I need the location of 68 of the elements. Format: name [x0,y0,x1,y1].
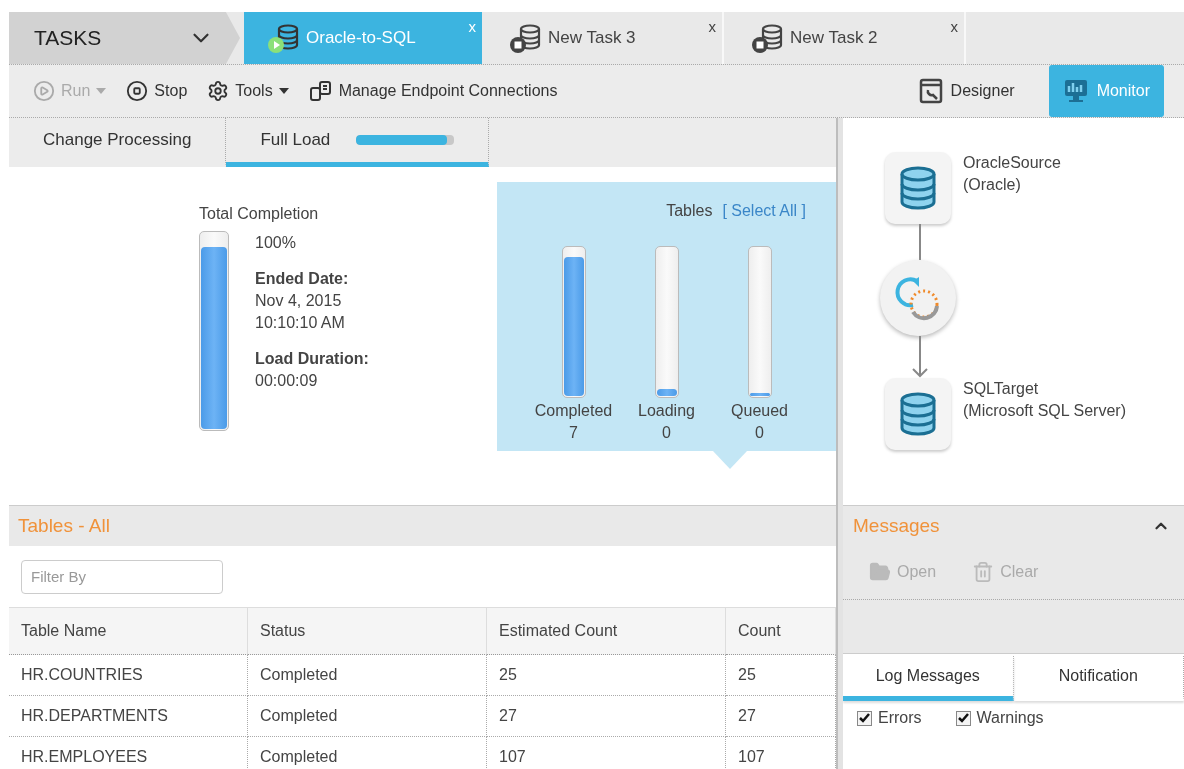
log-tab[interactable]: Notification [1013,656,1184,701]
field-label: Load Duration: [255,350,369,368]
tasks-title: TASKS [9,12,176,64]
column-header[interactable]: Count [726,607,836,655]
connector-arrow [912,336,928,378]
task-tab-label: Oracle-to-SQL [306,28,416,48]
folder-icon [869,561,891,583]
play-icon [33,80,55,102]
column-header[interactable]: Status [248,607,487,655]
column-header[interactable]: Table Name [9,607,248,655]
bar-label: Queued [731,402,788,420]
checkbox-label: Warnings [976,709,1044,727]
tables-title: Tables [666,202,713,220]
bar-count: 0 [755,424,764,442]
stopped-task-icon [508,23,542,53]
field-label: Ended Date: [255,270,350,288]
bar-label: Loading [638,402,695,420]
node-name: SQLTarget [963,380,1040,398]
node-detail: (Microsoft SQL Server) [963,402,1126,420]
field-value: Nov 4, 2015 [255,292,343,310]
view-tab-label: Change Processing [43,130,192,150]
monitor-icon [1062,78,1089,104]
bar-count: 7 [569,424,578,442]
column-header[interactable]: Estimated Count [487,607,726,655]
trash-icon [972,561,995,583]
bar-label: Completed [534,402,613,420]
table-cell: 27 [487,696,726,737]
total-completion-title: Total Completion [199,205,320,223]
field-value: 10:10:10 AM [255,314,346,332]
checkbox[interactable] [857,710,872,726]
task-tab-label: New Task 3 [548,28,636,48]
messages-title: Messages [853,514,940,537]
stop-button[interactable]: Stop [126,80,188,102]
filter-field[interactable]: Filter By [21,559,223,594]
table-cell: Completed [248,737,487,769]
stopped-task-icon [750,23,784,53]
close-tab-button[interactable]: x [950,18,958,35]
field-value: 00:00:09 [255,372,319,390]
table-cell: 25 [487,655,726,696]
endpoints-icon [308,80,333,102]
node-name: OracleSource [963,154,1061,172]
bar-count: 0 [662,424,671,442]
table-cell: HR.DEPARTMENTS [9,696,248,737]
checkbox[interactable] [955,710,971,726]
stop-icon [126,80,149,102]
database-icon [898,166,938,210]
table-cell: Completed [248,655,487,696]
designer-icon [918,78,943,104]
table-cell: 107 [487,737,726,769]
table-cell: HR.EMPLOYEES [9,737,248,769]
table-cell: HR.COUNTRIES [9,655,248,696]
view-tab-label: Full Load [260,130,331,150]
completion-percent: 100% [255,234,297,252]
task-tab-label: New Task 2 [790,28,878,48]
database-icon [898,392,938,436]
table-cell: Completed [248,696,487,737]
node-detail: (Oracle) [963,176,1022,194]
tables-list-title: Tables - All [18,515,110,537]
running-task-icon [266,23,300,53]
log-tab[interactable]: Log Messages [843,656,1014,701]
designer-view-button[interactable]: Designer [904,65,1029,117]
tools-button[interactable]: Tools [207,80,289,102]
view-tab[interactable]: Full Load [226,118,490,167]
settings-icon [207,80,230,102]
connector-line [919,224,921,260]
close-tab-button[interactable]: x [708,18,716,35]
checkbox-label: Errors [878,709,922,727]
endpoints-button[interactable]: Manage Endpoint Connections [308,80,558,102]
